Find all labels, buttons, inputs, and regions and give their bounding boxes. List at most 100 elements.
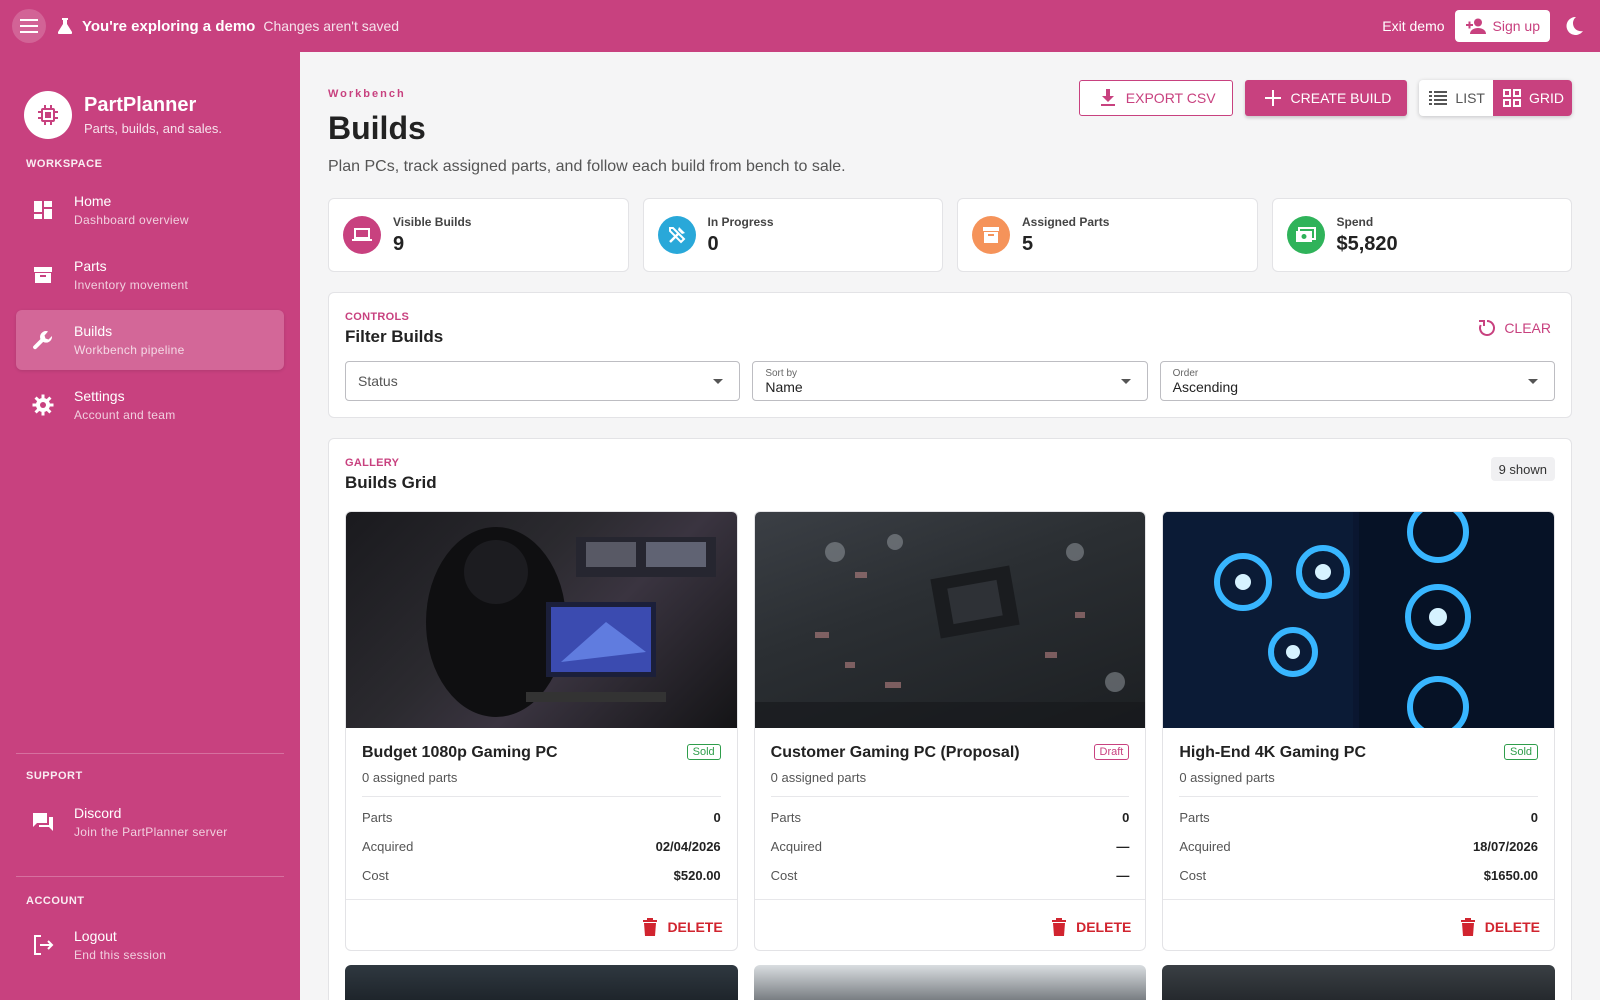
sidebar-item-label: Home (74, 193, 112, 209)
brand-tagline: Parts, builds, and sales. (84, 121, 223, 136)
main-content: Workbench Builds Plan PCs, track assigne… (300, 52, 1600, 1000)
build-card[interactable] (753, 965, 1147, 1000)
delete-button[interactable]: DELETE (1460, 918, 1541, 936)
logout-icon (28, 934, 58, 956)
shown-count-badge: 9 shown (1490, 457, 1555, 481)
row-label: Cost (1179, 868, 1207, 883)
order-select[interactable]: Order Ascending (1159, 361, 1555, 401)
filter-eyebrow: CONTROLS (345, 311, 410, 323)
order-value: Ascending (1172, 378, 1239, 395)
cash-icon (1286, 216, 1325, 254)
status-placeholder: Status (358, 373, 398, 389)
view-grid-button[interactable]: GRID (1493, 80, 1572, 116)
order-label: Order (1172, 367, 1199, 379)
row-acquired: Acquired 02/04/2026 (362, 839, 721, 854)
stat-in-progress: In Progress 0 (642, 198, 943, 272)
page-title: Builds (328, 110, 426, 146)
view-list-button[interactable]: LIST (1419, 80, 1493, 116)
status-badge: Sold (1503, 744, 1539, 760)
row-parts: Parts 0 (771, 810, 1130, 825)
assigned-parts-count: 0 assigned parts (362, 770, 458, 785)
sign-up-label: Sign up (1492, 18, 1540, 34)
create-build-label: CREATE BUILD (1290, 90, 1392, 106)
grid-icon (1503, 89, 1521, 107)
sidebar-item-desc: Inventory movement (74, 278, 189, 292)
plus-icon (1264, 90, 1281, 106)
row-cost: Cost $1650.00 (1179, 868, 1538, 883)
stats-row: Visible Builds 9 In Progress 0 Assigned … (328, 198, 1572, 272)
stat-assigned-parts: Assigned Parts 5 (957, 198, 1258, 272)
page-eyebrow: Workbench (328, 88, 406, 100)
filter-title: Filter Builds (345, 327, 444, 346)
assigned-parts-count: 0 assigned parts (1179, 770, 1275, 785)
sidebar-item-settings[interactable]: Settings Account and team (16, 375, 284, 435)
export-csv-button[interactable]: EXPORT CSV (1078, 80, 1233, 116)
card-divider (770, 796, 1130, 797)
row-label: Cost (770, 868, 798, 883)
gallery-panel: GALLERY Builds Grid 9 shown Budget 1080p… (328, 438, 1572, 1000)
wrench-icon (28, 329, 58, 351)
row-value: 0 (713, 810, 721, 825)
row-value: $1650.00 (1483, 868, 1539, 883)
sidebar-divider (16, 753, 284, 754)
delete-label: DELETE (1076, 919, 1132, 935)
clear-filters-button[interactable]: CLEAR (1478, 319, 1551, 337)
chat-icon (28, 812, 58, 832)
build-name: Budget 1080p Gaming PC (362, 744, 558, 761)
card-divider (1163, 899, 1555, 900)
sidebar-item-discord[interactable]: Discord Join the PartPlanner server (16, 792, 284, 852)
exit-demo-link[interactable]: Exit demo (1382, 18, 1444, 34)
gallery-title: Builds Grid (345, 473, 437, 492)
row-label: Acquired (1179, 839, 1231, 854)
chevron-down-icon (1120, 379, 1131, 384)
status-badge: Draft (1093, 744, 1130, 760)
brand: PartPlanner Parts, builds, and sales. (0, 52, 300, 152)
status-select[interactable]: Status (345, 361, 741, 401)
view-toggle: LIST GRID (1419, 80, 1572, 116)
sign-up-button[interactable]: Sign up (1454, 10, 1550, 42)
create-build-button[interactable]: CREATE BUILD (1244, 80, 1408, 116)
menu-button[interactable] (12, 9, 46, 43)
build-name: Customer Gaming PC (Proposal) (770, 744, 1020, 761)
build-card[interactable]: Customer Gaming PC (Proposal) Draft 0 as… (753, 511, 1147, 951)
build-card[interactable]: High-End 4K Gaming PC Sold 0 assigned pa… (1162, 511, 1556, 951)
flask-icon (56, 17, 74, 35)
page-description: Plan PCs, track assigned parts, and foll… (328, 158, 846, 175)
build-card[interactable] (345, 965, 738, 1000)
sidebar-item-label: Builds (74, 323, 113, 339)
view-grid-label: GRID (1529, 90, 1564, 106)
sidebar-item-parts[interactable]: Parts Inventory movement (16, 245, 284, 305)
trash-icon (1460, 918, 1475, 936)
stat-label: Spend (1336, 214, 1374, 229)
delete-label: DELETE (1484, 919, 1541, 935)
person-add-icon (1465, 18, 1486, 34)
tools-icon (657, 216, 696, 254)
sort-by-select[interactable]: Sort by Name (752, 361, 1148, 401)
sidebar-item-home[interactable]: Home Dashboard overview (16, 180, 284, 240)
build-image (754, 512, 1146, 728)
sidebar-item-builds[interactable]: Builds Workbench pipeline (16, 310, 284, 370)
card-divider (346, 899, 737, 900)
sidebar-item-desc: Join the PartPlanner server (74, 825, 228, 839)
stat-value: 5 (1022, 232, 1034, 255)
row-value: 0 (1122, 810, 1130, 825)
dark-mode-toggle[interactable] (1560, 12, 1588, 40)
build-card[interactable]: Budget 1080p Gaming PC Sold 0 assigned p… (345, 511, 738, 951)
delete-button[interactable]: DELETE (1052, 918, 1131, 936)
moon-icon (1566, 16, 1583, 35)
build-image (1163, 512, 1555, 728)
sidebar-item-logout[interactable]: Logout End this session (16, 915, 284, 975)
clear-label: CLEAR (1504, 320, 1551, 336)
build-card[interactable] (1162, 965, 1556, 1000)
download-icon (1100, 89, 1115, 106)
delete-button[interactable]: DELETE (643, 918, 723, 936)
view-list-label: LIST (1455, 90, 1485, 106)
chevron-down-icon (1527, 379, 1538, 384)
stat-value: 9 (393, 232, 405, 255)
stat-spend: Spend $5,820 (1271, 198, 1572, 272)
card-divider (362, 796, 721, 797)
row-value: 0 (1530, 810, 1539, 825)
trash-icon (1052, 918, 1067, 936)
row-parts: Parts 0 (362, 810, 721, 825)
build-name: High-End 4K Gaming PC (1179, 744, 1367, 761)
